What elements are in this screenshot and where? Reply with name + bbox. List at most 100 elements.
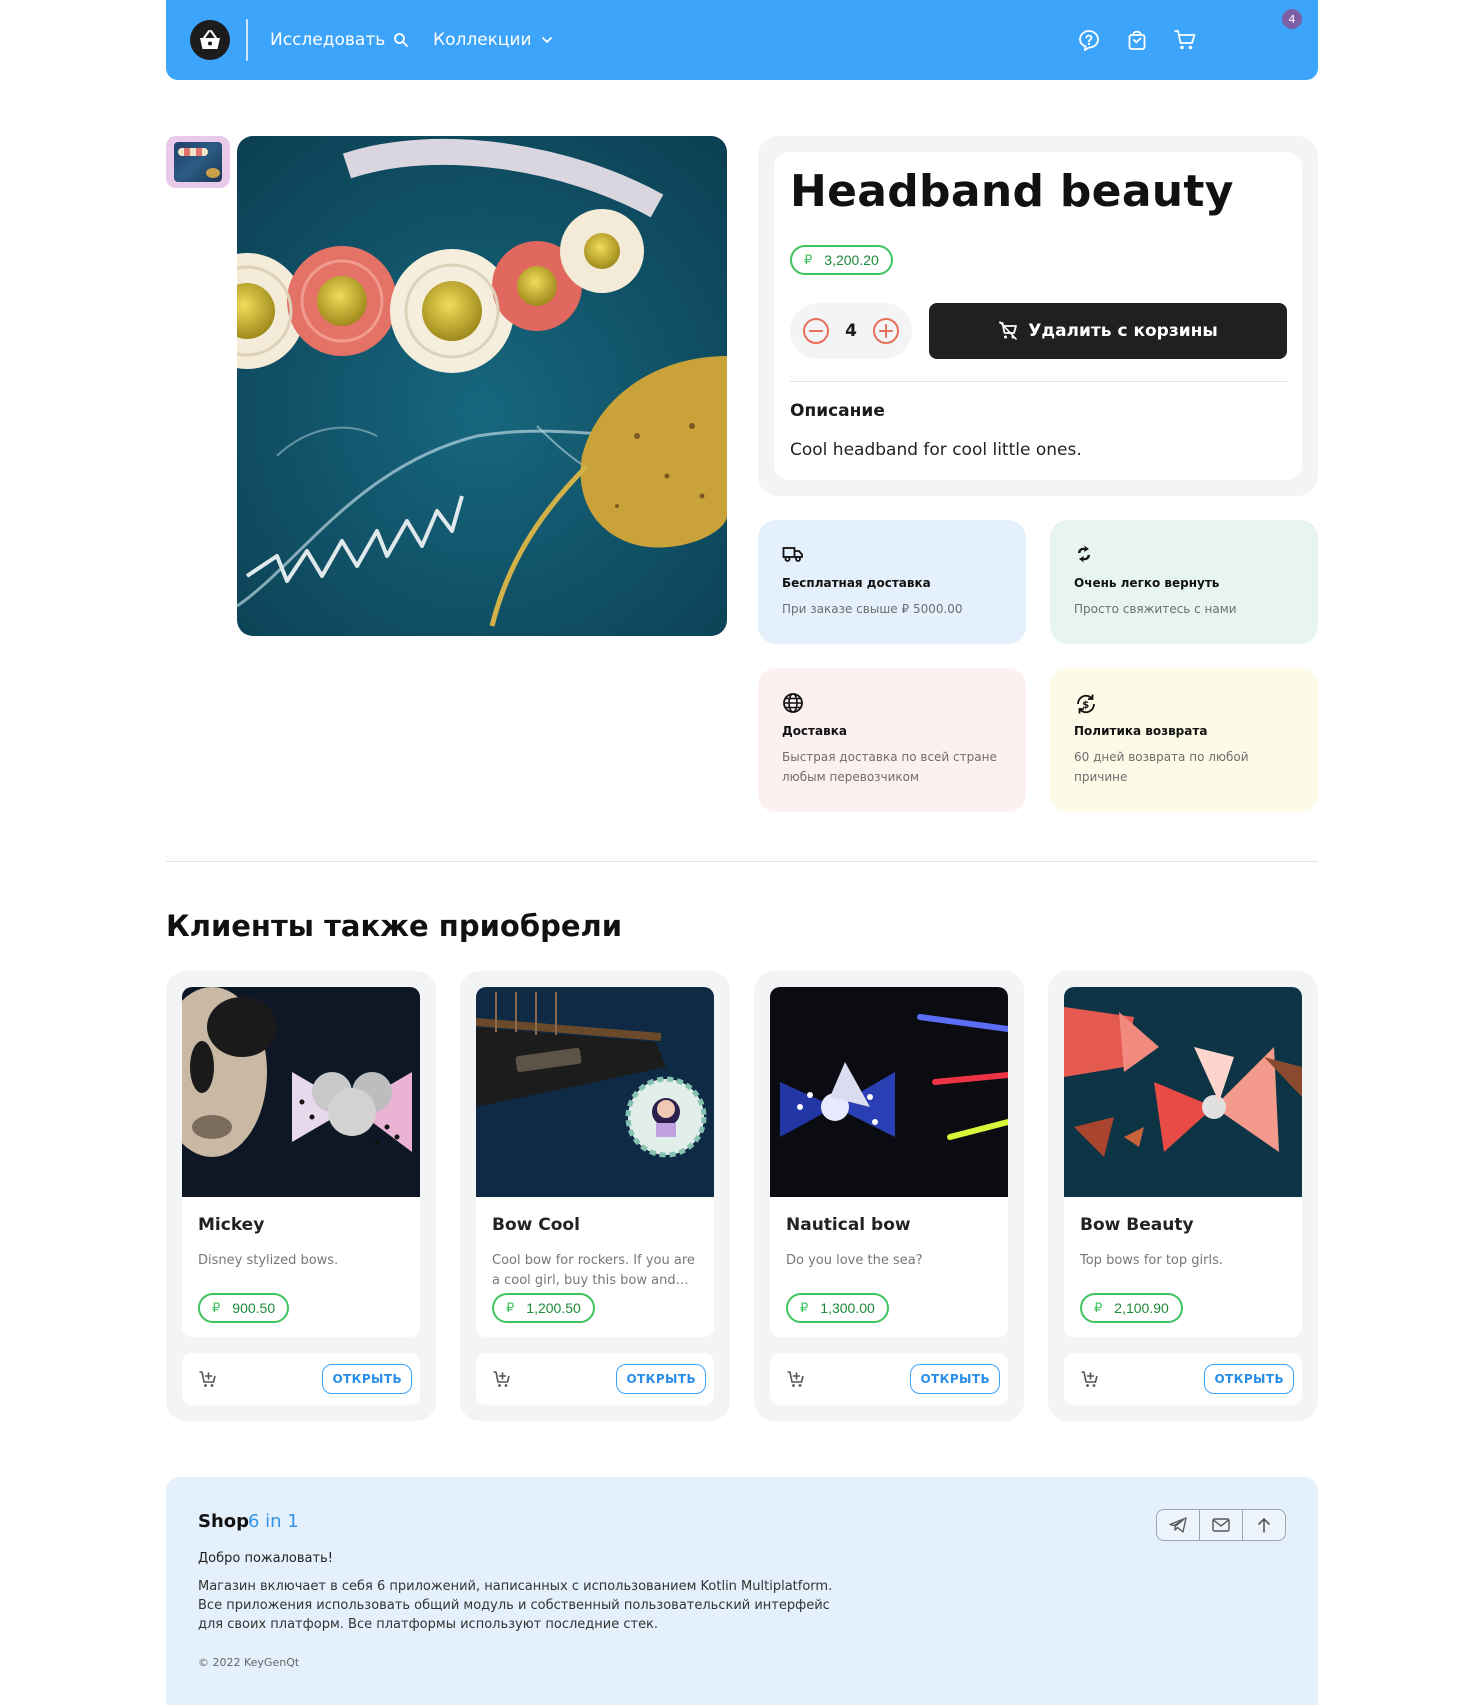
product-thumbnail[interactable]: [166, 136, 230, 188]
product-card-price-badge: ₽ 1,200.50: [492, 1293, 595, 1323]
info-card-subtitle: Просто свяжитесь с нами: [1074, 602, 1237, 616]
help-button[interactable]: [1076, 27, 1102, 53]
product-card-name: Bow Beauty: [1080, 1215, 1194, 1235]
product-card-price: 1,200.50: [526, 1300, 581, 1316]
nav-explore[interactable]: Исследовать: [270, 28, 409, 52]
product-card-image: [476, 987, 714, 1197]
product-image: [237, 136, 727, 636]
footer: Shop 6 in 1 Добро пожаловать! Магазин вк…: [166, 1477, 1318, 1705]
telegram-button[interactable]: [1157, 1510, 1199, 1540]
product-card: Nautical bow Do you love the sea? ₽ 1,30…: [754, 971, 1024, 1421]
product-card-image: [1064, 987, 1302, 1197]
refund-icon: $: [1077, 694, 1095, 714]
remove-from-cart-label: Удалить с корзины: [1028, 321, 1218, 341]
add-to-cart-icon: [199, 1371, 216, 1387]
product-title: Headband beauty: [790, 166, 1234, 217]
product-card-name: Bow Cool: [492, 1215, 580, 1235]
open-product-button[interactable]: ОТКРЫТЬ: [910, 1364, 1000, 1394]
plus-circle-icon: [873, 318, 899, 344]
cart-count-badge: 4: [1282, 9, 1302, 29]
info-card-subtitle: 60 дней возврата по любой причине: [1074, 750, 1249, 784]
currency-symbol: ₽: [1094, 1300, 1103, 1315]
product-card-body[interactable]: Bow Cool Cool bow for rockers. If you ar…: [476, 987, 714, 1337]
product-card-actions: ОТКРЫТЬ: [182, 1353, 420, 1405]
currency-symbol: ₽: [212, 1300, 221, 1315]
product-card-description: Cool bow for rockers. If you are a cool …: [492, 1253, 695, 1288]
currency-symbol: ₽: [804, 252, 813, 267]
cart-icon: [1174, 30, 1196, 50]
nav-collections[interactable]: Коллекции: [433, 28, 554, 52]
product-card-price-badge: ₽ 900.50: [198, 1293, 290, 1323]
add-to-cart-button[interactable]: [198, 1369, 218, 1389]
product-price-badge: ₽ 3,200.20: [790, 245, 893, 275]
open-product-button[interactable]: ОТКРЫТЬ: [1204, 1364, 1294, 1394]
mail-icon: [1212, 1518, 1230, 1532]
footer-description: Магазин включает в себя 6 приложений, на…: [198, 1579, 833, 1632]
search-icon: [394, 33, 409, 47]
info-card-easy-return: Очень легко вернуть Просто свяжитесь с н…: [1050, 520, 1318, 644]
footer-actions: [1156, 1509, 1286, 1541]
globe-icon: [783, 693, 803, 713]
product-detail-panel: Headband beauty ₽ 3,200.20 4 Удалить с к…: [758, 136, 1318, 496]
product-card-body[interactable]: Nautical bow Do you love the sea? ₽ 1,30…: [770, 987, 1008, 1337]
info-card-subtitle: При заказе свыше ₽ 5000.00: [782, 602, 963, 616]
product-card-actions: ОТКРЫТЬ: [1064, 1353, 1302, 1405]
product-card-price-badge: ₽ 1,300.00: [786, 1293, 889, 1323]
add-to-cart-button[interactable]: [786, 1369, 806, 1389]
info-card-title: Очень легко вернуть: [1074, 576, 1220, 590]
arrow-up-icon: [1258, 1517, 1270, 1533]
info-card-subtitle: Быстрая доставка по всей стране любым пе…: [782, 750, 997, 784]
product-card-price-badge: ₽ 2,100.90: [1080, 1293, 1183, 1323]
open-product-button[interactable]: ОТКРЫТЬ: [322, 1364, 412, 1394]
help-icon: [1079, 30, 1099, 51]
quantity-value: 4: [845, 321, 857, 341]
scroll-top-button[interactable]: [1242, 1510, 1285, 1540]
add-to-cart-button[interactable]: [1080, 1369, 1100, 1389]
product-card-price: 900.50: [232, 1300, 276, 1316]
info-card-title: Доставка: [782, 724, 847, 738]
chevron-down-icon: [541, 37, 552, 44]
product-card-body[interactable]: Bow Beauty Top bows for top girls. ₽ 2,1…: [1064, 987, 1302, 1337]
section-divider: [166, 861, 1318, 862]
currency-symbol: ₽: [506, 1300, 515, 1315]
recycle-icon: [1078, 545, 1090, 563]
nav-explore-label: Исследовать: [270, 30, 386, 50]
telegram-icon: [1169, 1517, 1187, 1533]
product-detail-card: Headband beauty ₽ 3,200.20 4 Удалить с к…: [774, 152, 1302, 480]
related-section-title: Клиенты также приобрели: [166, 909, 623, 943]
email-button[interactable]: [1199, 1510, 1242, 1540]
add-to-cart-icon: [1081, 1371, 1098, 1387]
add-to-cart-icon: [787, 1371, 804, 1387]
product-card-body[interactable]: Mickey Disney stylized bows. ₽ 900.50: [182, 987, 420, 1337]
product-card: Bow Beauty Top bows for top girls. ₽ 2,1…: [1048, 971, 1318, 1421]
footer-brand-sub: 6 in 1: [248, 1511, 299, 1532]
product-card-description: Disney stylized bows.: [198, 1253, 339, 1268]
logo[interactable]: [190, 20, 230, 60]
product-card-actions: ОТКРЫТЬ: [476, 1353, 714, 1405]
orders-button[interactable]: [1124, 27, 1150, 53]
product-card-description: Do you love the sea?: [786, 1253, 923, 1268]
product-card-name: Mickey: [198, 1215, 265, 1235]
decrease-quantity-button[interactable]: [802, 317, 830, 345]
info-card-free-delivery: Бесплатная доставка При заказе свыше ₽ 5…: [758, 520, 1026, 644]
currency-symbol: ₽: [800, 1300, 809, 1315]
product-price: 3,200.20: [824, 252, 879, 268]
product-card-price: 1,300.00: [820, 1300, 875, 1316]
description-text: Cool headband for cool little ones.: [790, 440, 1082, 460]
product-card: Bow Cool Cool bow for rockers. If you ar…: [460, 971, 730, 1421]
info-card-return-policy: $ Политика возврата 60 дней возврата по …: [1050, 668, 1318, 812]
minus-circle-icon: [803, 318, 829, 344]
header-divider: [246, 19, 248, 61]
info-card-delivery: Доставка Быстрая доставка по всей стране…: [758, 668, 1026, 812]
cart-button[interactable]: [1172, 27, 1198, 53]
remove-from-cart-button[interactable]: Удалить с корзины: [929, 303, 1287, 359]
description-heading: Описание: [790, 401, 885, 421]
product-card-price: 2,100.90: [1114, 1300, 1169, 1316]
add-to-cart-button[interactable]: [492, 1369, 512, 1389]
increase-quantity-button[interactable]: [872, 317, 900, 345]
thumbnail-image: [174, 142, 222, 182]
cart-remove-icon: [999, 321, 1018, 340]
open-product-button[interactable]: ОТКРЫТЬ: [616, 1364, 706, 1394]
footer-brand: Shop: [198, 1511, 250, 1532]
basket-icon: [200, 30, 220, 49]
